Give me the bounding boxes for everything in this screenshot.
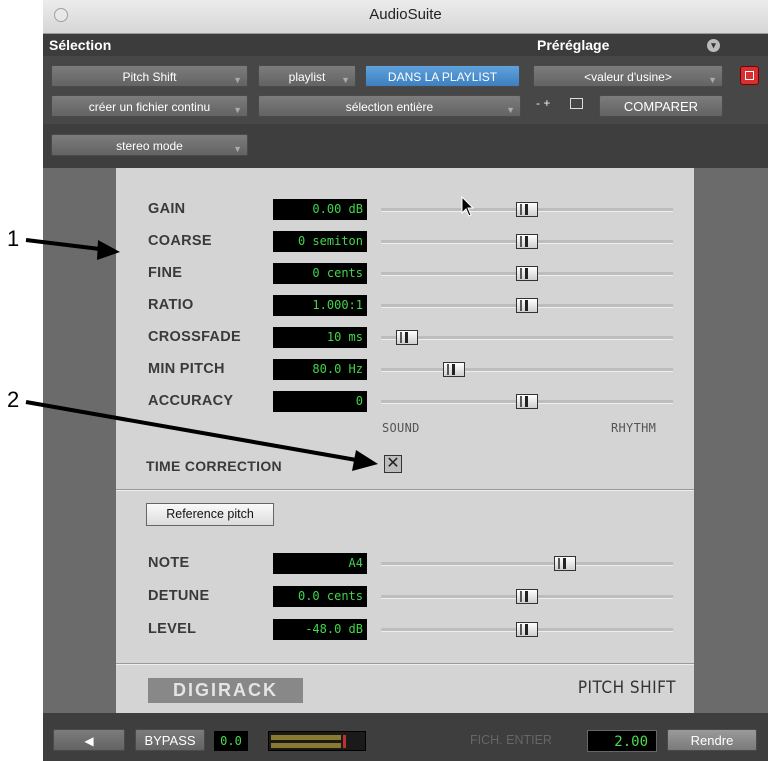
audiosuite-window: AudioSuite Sélection Préréglage ▾ Pitch … [43, 0, 768, 761]
stereo-mode-select[interactable]: stereo mode ▼ [51, 134, 248, 156]
mouse-cursor-icon [461, 196, 475, 217]
selection-mode-label: sélection entière [345, 100, 434, 114]
preset-add-remove[interactable]: - + [536, 96, 550, 110]
preset-header: Préréglage ▾ [533, 34, 728, 56]
preset-label: Préréglage [537, 37, 610, 53]
title-bar[interactable]: AudioSuite [43, 0, 768, 34]
ref-param-label-note: NOTE [148, 555, 190, 571]
param-slider-knob[interactable] [443, 362, 465, 377]
plugin-select-label: Pitch Shift [122, 70, 177, 84]
time-correction-label: TIME CORRECTION [146, 458, 282, 474]
ref-param-slider-knob[interactable] [516, 622, 538, 637]
panel-divider [116, 489, 694, 491]
ref-param-slider-knob[interactable] [516, 589, 538, 604]
bypass-button[interactable]: BYPASS [135, 729, 205, 751]
preset-menu-icon[interactable]: ▾ [707, 39, 720, 52]
chevron-down-icon: ▼ [708, 75, 717, 85]
param-slider-knob[interactable] [516, 266, 538, 281]
ref-param-slider-track[interactable] [381, 562, 673, 566]
copy-settings-icon[interactable] [570, 98, 583, 109]
param-slider-knob[interactable] [516, 298, 538, 313]
file-mode-select[interactable]: créer un fichier continu ▼ [51, 95, 248, 117]
panel-divider-bottom [116, 663, 694, 665]
audition-button[interactable]: ◀ [53, 729, 125, 751]
render-button[interactable]: Rendre [667, 729, 757, 751]
ref-param-value-note[interactable]: A4 [273, 553, 367, 574]
chevron-down-icon: ▼ [341, 75, 350, 85]
time-correction-checkbox[interactable]: ✕ [384, 455, 402, 473]
speaker-icon: ◀ [84, 734, 94, 748]
param-value-min-pitch[interactable]: 80.0 Hz [273, 359, 367, 380]
ref-param-value-level[interactable]: -48.0 dB [273, 619, 367, 640]
param-value-ratio[interactable]: 1.000:1 [273, 295, 367, 316]
chevron-down-icon: ▼ [233, 75, 242, 85]
stereo-mode-label: stereo mode [116, 139, 183, 153]
selection-mode-select[interactable]: sélection entière ▼ [258, 95, 521, 117]
selection-header: Sélection [43, 34, 533, 56]
fich-entier-label[interactable]: FICH. ENTIER [470, 733, 552, 747]
param-label-fine: FINE [148, 265, 183, 281]
accuracy-right-label: RHYTHM [611, 421, 657, 435]
dans-la-playlist-button[interactable]: DANS LA PLAYLIST [365, 65, 520, 87]
dans-la-playlist-label: DANS LA PLAYLIST [387, 70, 498, 84]
digirack-text: DIGIRACK [173, 680, 278, 700]
preset-select[interactable]: <valeur d'usine> ▼ [533, 65, 723, 87]
ref-param-value-detune[interactable]: 0.0 cents [273, 586, 367, 607]
param-slider-knob[interactable] [516, 202, 538, 217]
chevron-down-icon: ▼ [506, 105, 515, 115]
param-label-crossfade: CROSSFADE [148, 329, 241, 345]
param-value-coarse[interactable]: 0 semiton [273, 231, 367, 252]
param-slider-track[interactable] [381, 336, 673, 340]
param-value-gain[interactable]: 0.00 dB [273, 199, 367, 220]
param-label-accuracy: ACCURACY [148, 393, 234, 409]
param-value-crossfade[interactable]: 10 ms [273, 327, 367, 348]
ref-param-label-level: LEVEL [148, 621, 197, 637]
ref-param-slider-knob[interactable] [553, 556, 576, 571]
level-readout: 0.0 [214, 731, 248, 751]
param-label-ratio: RATIO [148, 297, 194, 313]
param-label-min-pitch: MIN PITCH [148, 361, 225, 377]
render-label: Rendre [690, 733, 734, 748]
handle-value[interactable]: 2.00 [587, 730, 657, 752]
ref-param-label-detune: DETUNE [148, 588, 210, 604]
callout-2-label: 2 [7, 387, 20, 412]
digirack-logo: DIGIRACK [148, 678, 303, 703]
preset-select-label: <valeur d'usine> [584, 70, 672, 84]
bypass-label: BYPASS [144, 733, 196, 748]
plugin-select[interactable]: Pitch Shift ▼ [51, 65, 248, 87]
level-meter [268, 731, 366, 751]
plugin-panel: GAIN 0.00 dB COARSE 0 semiton FINE 0 cents RAT… [116, 168, 694, 713]
accuracy-left-label: SOUND [382, 421, 420, 435]
param-label-gain: GAIN [148, 201, 186, 217]
param-value-accuracy[interactable]: 0 [273, 391, 367, 412]
reference-pitch-label: Reference pitch [166, 507, 254, 521]
reference-pitch-button[interactable]: Reference pitch [146, 503, 274, 526]
header-right-spacer [728, 34, 768, 56]
record-enable-icon[interactable] [740, 66, 759, 85]
callout-1-label: 1 [7, 226, 20, 251]
param-slider-knob[interactable] [396, 330, 419, 345]
left-margin [43, 168, 116, 713]
compare-label: COMPARER [623, 99, 699, 114]
param-value-fine[interactable]: 0 cents [273, 263, 367, 284]
compare-button[interactable]: COMPARER [599, 95, 723, 117]
file-mode-label: créer un fichier continu [88, 100, 211, 114]
playlist-select[interactable]: playlist ▼ [258, 65, 356, 87]
param-slider-knob[interactable] [516, 394, 538, 409]
chevron-down-icon: ▼ [233, 144, 242, 154]
plugin-name-label: PITCH SHIFT [577, 678, 676, 698]
playlist-select-label: playlist [288, 70, 326, 84]
window-title: AudioSuite [369, 6, 442, 23]
param-label-coarse: COARSE [148, 233, 212, 249]
chevron-down-icon: ▼ [233, 105, 242, 115]
right-margin [694, 168, 768, 713]
bottom-toolbar: ◀ BYPASS 0.0 FICH. ENTIER 2.00 Rendre [43, 713, 768, 761]
param-slider-track[interactable] [381, 368, 673, 372]
param-slider-knob[interactable] [516, 234, 538, 249]
selection-label: Sélection [49, 37, 112, 53]
